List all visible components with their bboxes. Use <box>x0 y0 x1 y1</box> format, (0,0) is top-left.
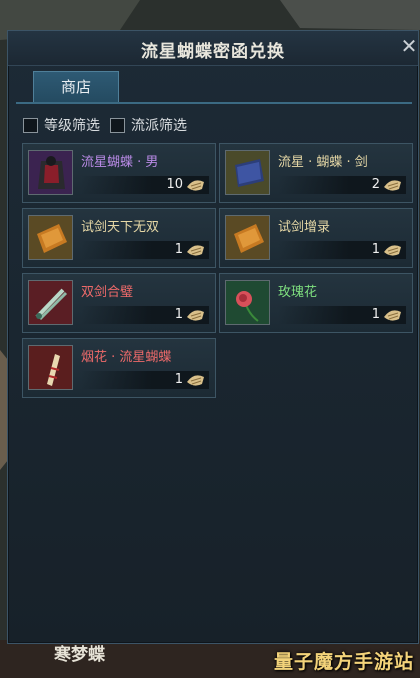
item-qty: 2 <box>371 177 380 192</box>
shell-currency-icon <box>384 180 401 191</box>
item-name: 烟花 · 流星蝴蝶 <box>81 350 172 365</box>
item-qty: 1 <box>174 372 183 387</box>
shop-item[interactable]: 烟花 · 流星蝴蝶 1 <box>22 338 216 398</box>
item-price: 2 <box>278 176 406 194</box>
shell-currency-icon <box>384 310 401 321</box>
shell-currency-icon <box>187 245 204 256</box>
shell-currency-icon <box>384 245 401 256</box>
orange-book-icon <box>28 215 73 260</box>
filter-row: 等级筛选 流派筛选 <box>23 115 197 135</box>
item-qty: 1 <box>174 307 183 322</box>
exchange-window: 流星蝴蝶密函兑换 ✕ 商店 等级筛选 流派筛选 流星蝴蝶 · 男 10 流星 ·… <box>7 30 419 644</box>
school-filter[interactable]: 流派筛选 <box>110 115 187 135</box>
item-name: 试剑天下无双 <box>81 220 160 235</box>
twin-swords-icon <box>28 280 73 325</box>
school-filter-checkbox[interactable] <box>110 117 125 133</box>
item-price: 10 <box>81 176 209 194</box>
blue-book-icon <box>225 150 270 195</box>
rose-icon <box>225 280 270 325</box>
item-qty: 1 <box>174 242 183 257</box>
firework-icon <box>28 345 73 390</box>
item-price: 1 <box>81 371 209 389</box>
window-title: 流星蝴蝶密函兑换 <box>141 42 285 62</box>
item-price: 1 <box>278 306 406 324</box>
tab-underline <box>16 102 412 104</box>
shop-item[interactable]: 双剑合璧 1 <box>22 273 216 333</box>
site-watermark: 量子魔方手游站 <box>273 651 414 673</box>
level-filter-checkbox[interactable] <box>23 117 38 133</box>
orange-book-icon <box>225 215 270 260</box>
shell-currency-icon <box>187 180 204 191</box>
title-bar: 流星蝴蝶密函兑换 ✕ <box>8 31 418 66</box>
item-qty: 1 <box>371 307 380 322</box>
shop-item[interactable]: 流星蝴蝶 · 男 10 <box>22 143 216 203</box>
item-qty: 10 <box>166 177 183 192</box>
shell-currency-icon <box>187 310 204 321</box>
school-filter-label: 流派筛选 <box>131 118 187 134</box>
item-name: 双剑合璧 <box>81 285 134 300</box>
shop-item[interactable]: 试剑天下无双 1 <box>22 208 216 268</box>
close-icon[interactable]: ✕ <box>398 35 420 57</box>
item-qty: 1 <box>371 242 380 257</box>
tab-shop[interactable]: 商店 <box>33 71 119 103</box>
item-name: 流星 · 蝴蝶 · 剑 <box>278 155 368 170</box>
background-label: 寒梦蝶 <box>54 645 105 665</box>
shell-currency-icon <box>187 375 204 386</box>
level-filter-label: 等级筛选 <box>44 118 100 134</box>
shop-item[interactable]: 玫瑰花 1 <box>219 273 413 333</box>
dark-costume-icon <box>28 150 73 195</box>
item-price: 1 <box>278 241 406 259</box>
item-price: 1 <box>81 241 209 259</box>
item-name: 玫瑰花 <box>278 285 318 300</box>
level-filter[interactable]: 等级筛选 <box>23 115 100 135</box>
item-name: 试剑增录 <box>278 220 331 235</box>
item-name: 流星蝴蝶 · 男 <box>81 155 159 170</box>
shop-item[interactable]: 试剑增录 1 <box>219 208 413 268</box>
item-price: 1 <box>81 306 209 324</box>
shop-item[interactable]: 流星 · 蝴蝶 · 剑 2 <box>219 143 413 203</box>
